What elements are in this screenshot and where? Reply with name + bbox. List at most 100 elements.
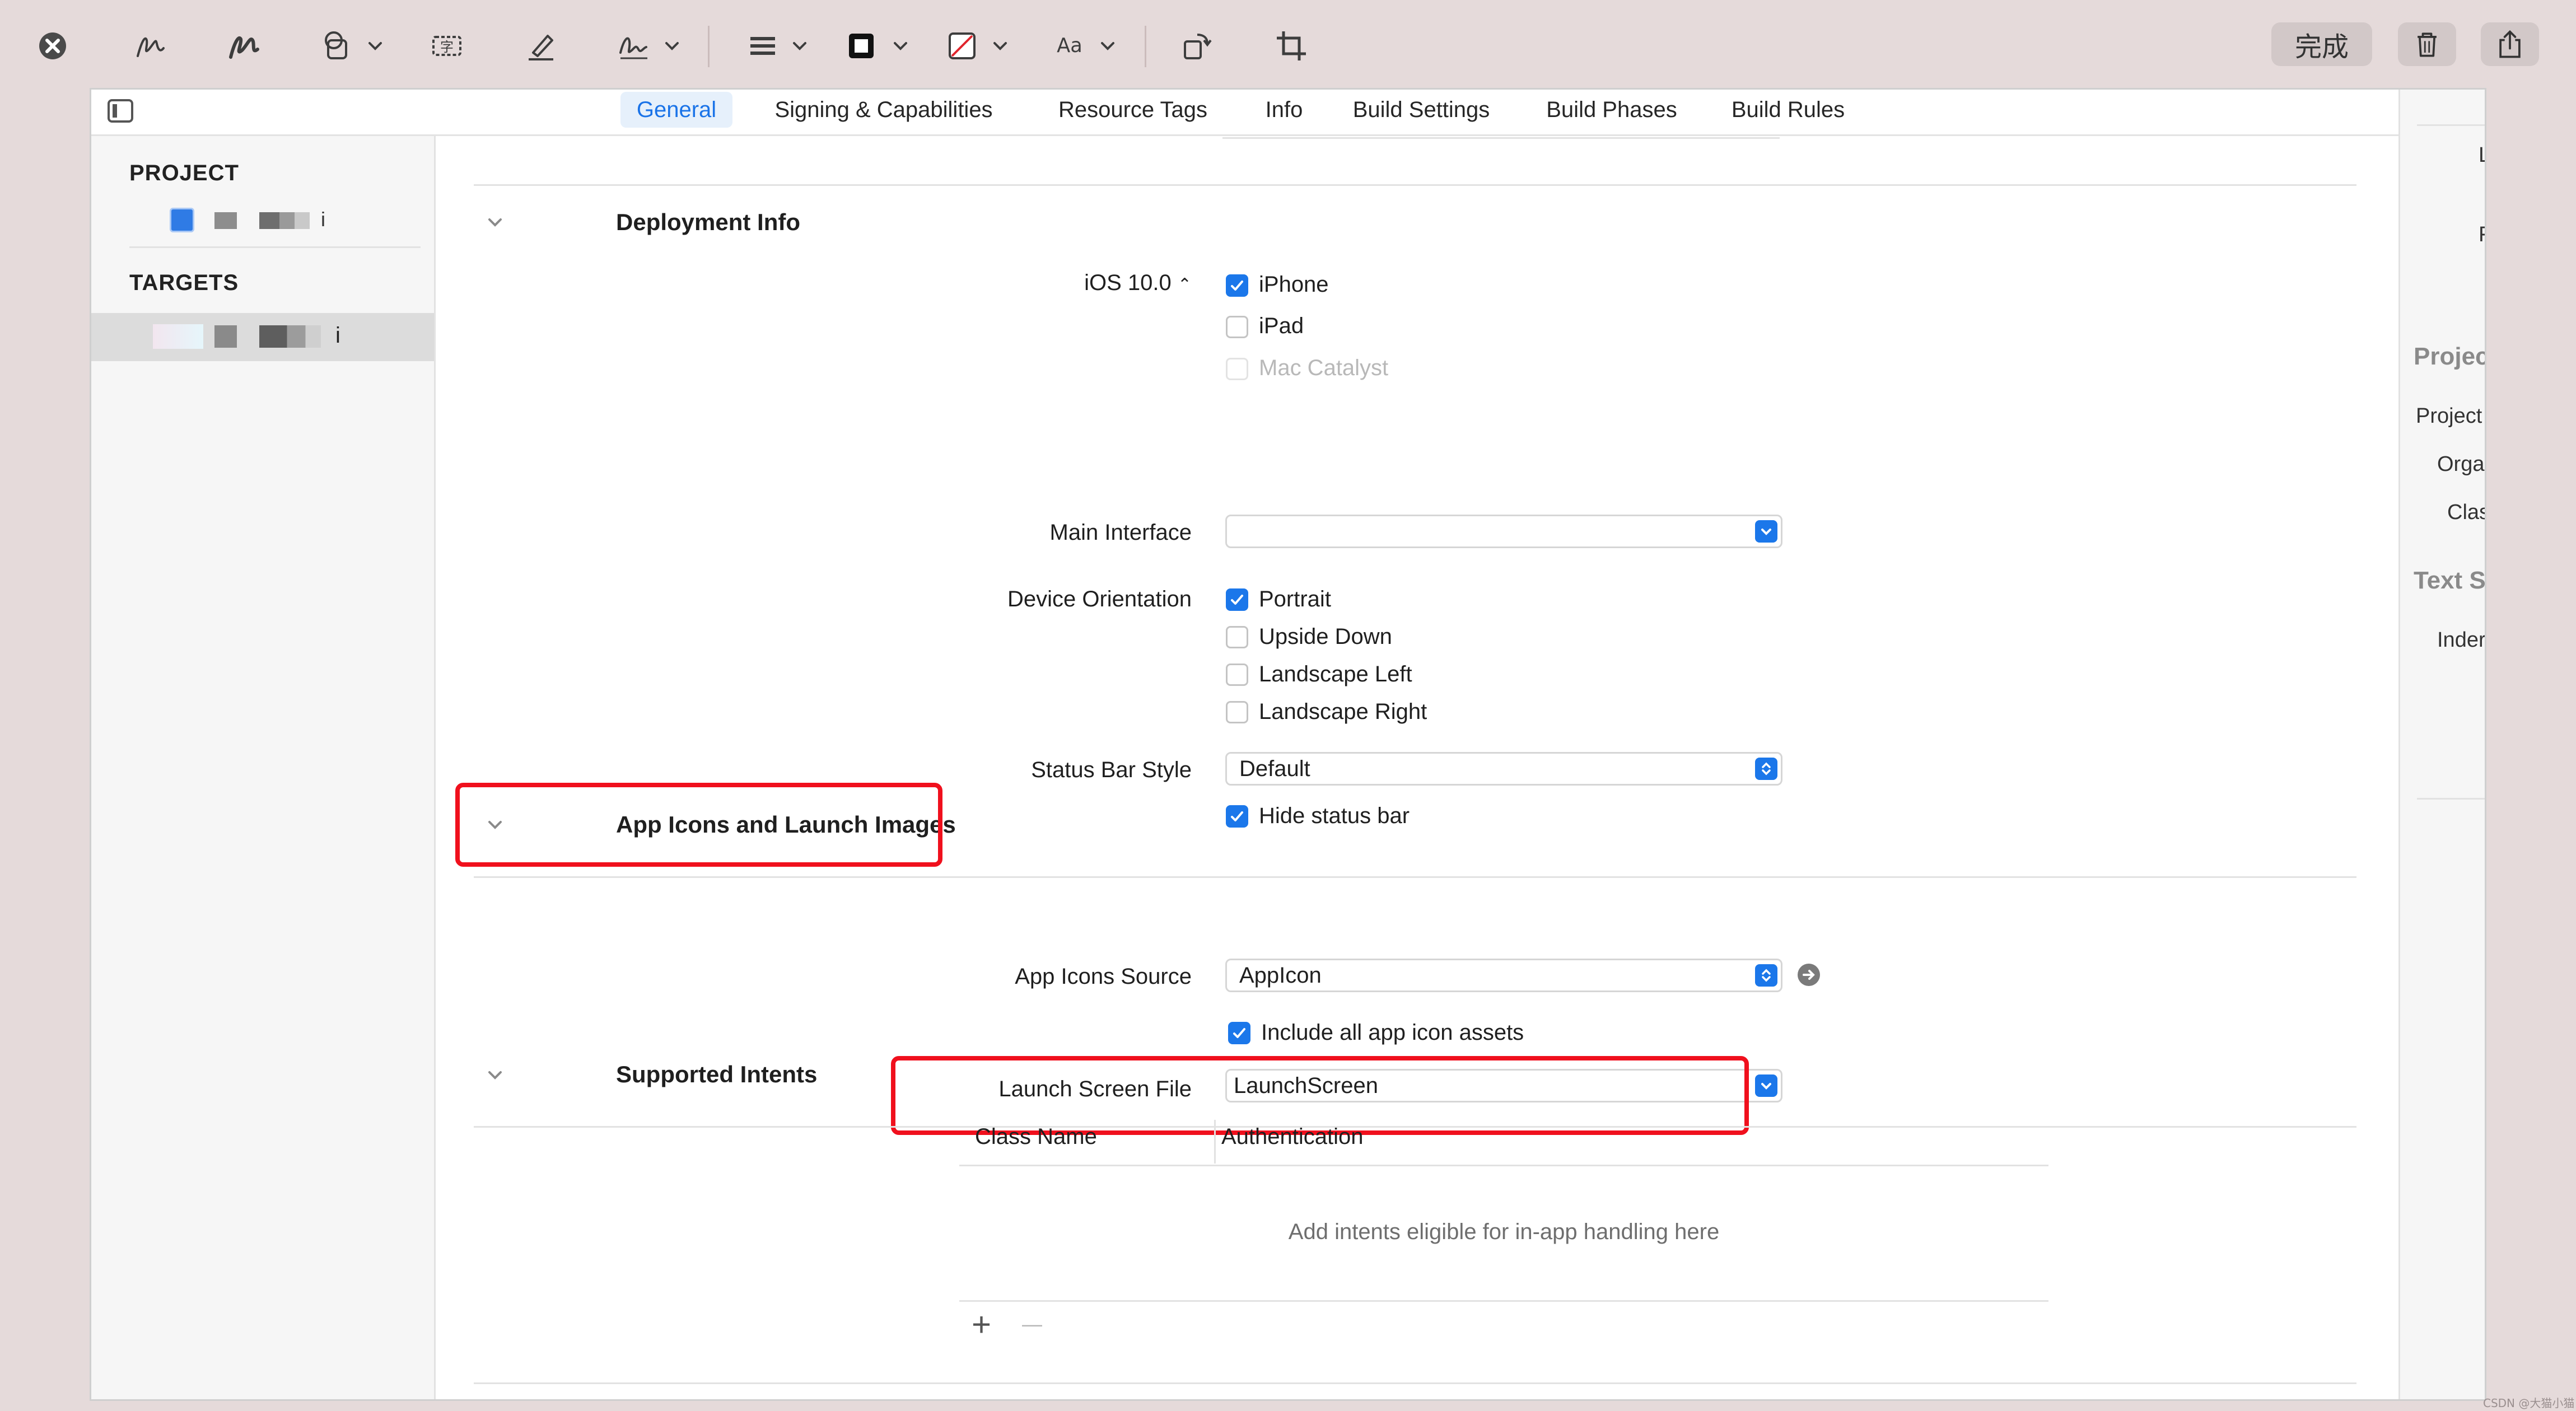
section-divider — [474, 876, 2356, 878]
target-item-suffix: i — [335, 323, 340, 348]
include-all-icons-label: Include all app icon assets — [1261, 1020, 1524, 1045]
portrait-label: Portrait — [1259, 587, 1331, 611]
annotation-highlight-box — [455, 783, 942, 867]
draw-icon[interactable] — [224, 22, 264, 69]
tab-general[interactable]: General — [620, 92, 732, 128]
tab-info[interactable]: Info — [1253, 92, 1315, 128]
table-header-divider — [959, 1165, 2048, 1166]
status-bar-style-label: Status Bar Style — [1031, 758, 1192, 782]
share-icon — [2499, 30, 2521, 58]
fill-color-chevron-down-icon[interactable] — [989, 22, 1011, 69]
table-bottom-divider — [959, 1300, 2048, 1302]
iphone-label: iPhone — [1259, 272, 1329, 297]
tab-resource-tags[interactable]: Resource Tags — [1052, 92, 1214, 128]
mac-catalyst-label: Mac Catalyst — [1259, 356, 1389, 380]
mac-catalyst-checkbox — [1226, 358, 1248, 380]
close-icon[interactable] — [35, 22, 71, 69]
project-header: PROJECT — [129, 161, 239, 185]
iphone-checkbox[interactable] — [1226, 274, 1248, 297]
tab-build-phases[interactable]: Build Phases — [1536, 92, 1687, 128]
sidebar-toggle-icon[interactable] — [107, 99, 134, 123]
rotate-icon[interactable] — [1176, 22, 1216, 69]
upside-down-checkbox[interactable] — [1226, 626, 1248, 648]
redacted-block — [214, 325, 237, 348]
watermark: CSDN @大猫小猫 — [2483, 1396, 2575, 1410]
app-icons-source-label: App Icons Source — [1015, 964, 1192, 989]
main-interface-popup[interactable] — [1225, 515, 1782, 548]
column-divider — [1214, 1120, 1216, 1164]
share-button[interactable] — [2481, 22, 2539, 66]
authentication-column-header[interactable]: Authentication — [1221, 1124, 1364, 1150]
signature-icon[interactable] — [612, 22, 656, 69]
tab-build-settings[interactable]: Build Settings — [1340, 92, 1502, 128]
target-app-icon — [153, 324, 203, 349]
hide-status-bar-checkbox[interactable] — [1226, 805, 1248, 828]
upside-down-label: Upside Down — [1259, 624, 1392, 649]
crop-icon[interactable] — [1271, 22, 1312, 69]
redacted-block — [259, 325, 321, 348]
hide-status-bar-label: Hide status bar — [1259, 803, 1410, 828]
ipad-checkbox[interactable] — [1226, 316, 1248, 338]
project-item[interactable]: i — [170, 203, 427, 235]
inspector-divider — [2417, 124, 2485, 126]
app-icons-source-popup[interactable]: AppIcon — [1225, 959, 1782, 992]
inspector-indent-label: Inder — [2437, 628, 2486, 652]
section-divider — [474, 184, 2356, 186]
supported-intents-title: Supported Intents — [616, 1061, 818, 1087]
go-to-asset-arrow-icon[interactable] — [1798, 964, 1820, 986]
inspector-row: L — [2479, 143, 2485, 167]
border-color-chevron-down-icon[interactable] — [889, 22, 912, 69]
intents-chevron-down-icon[interactable] — [485, 1065, 505, 1085]
line-style-icon[interactable] — [745, 22, 781, 69]
editor-tab-bar: General Signing & Capabilities Resource … — [91, 90, 2398, 136]
line-style-chevron-down-icon[interactable] — [788, 22, 811, 69]
inspector-class-prefix-label: Clas — [2447, 501, 2486, 524]
tab-build-rules[interactable]: Build Rules — [1721, 92, 1855, 128]
toolbar-divider — [708, 26, 710, 67]
targets-header: TARGETS — [129, 270, 239, 295]
target-item-selected[interactable]: i — [91, 313, 434, 361]
shapes-icon[interactable] — [317, 22, 357, 69]
app-icons-source-value: AppIcon — [1239, 963, 1322, 988]
shapes-chevron-down-icon[interactable] — [364, 22, 386, 69]
class-name-column-header[interactable]: Class Name — [975, 1124, 1097, 1150]
intents-empty-placeholder: Add intents eligible for in-app handling… — [1288, 1220, 1720, 1244]
deployment-chevron-down-icon[interactable] — [485, 212, 505, 232]
add-intent-button[interactable]: + — [972, 1308, 991, 1342]
text-box-icon[interactable]: 字 — [427, 22, 467, 69]
signature-chevron-down-icon[interactable] — [661, 22, 683, 69]
device-orientation-label: Device Orientation — [1007, 587, 1192, 611]
status-bar-style-popup[interactable]: Default — [1225, 752, 1782, 786]
text-style-chevron-down-icon[interactable] — [1096, 22, 1119, 69]
ipad-label: iPad — [1259, 314, 1304, 338]
done-button[interactable]: 完成 — [2271, 22, 2372, 66]
portrait-checkbox[interactable] — [1226, 588, 1248, 611]
include-all-icons-checkbox[interactable] — [1228, 1022, 1250, 1044]
remove-intent-button[interactable]: — — [1022, 1312, 1042, 1336]
border-color-icon[interactable] — [843, 22, 879, 69]
project-file-icon — [170, 208, 194, 232]
redacted-block — [214, 212, 237, 229]
sidebar-divider — [129, 246, 421, 248]
highlight-icon[interactable] — [521, 22, 561, 69]
chevron-down-icon — [1755, 1074, 1777, 1097]
inspector-project-label: Project — [2416, 404, 2482, 428]
landscape-right-checkbox[interactable] — [1226, 701, 1248, 723]
landscape-left-label: Landscape Left — [1259, 662, 1412, 686]
main-interface-label: Main Interface — [1049, 520, 1192, 545]
text-style-icon[interactable]: Aa — [1047, 22, 1092, 69]
inspector-divider — [2417, 798, 2485, 800]
landscape-left-checkbox[interactable] — [1226, 664, 1248, 686]
tab-signing-capabilities[interactable]: Signing & Capabilities — [763, 92, 1004, 128]
fill-color-icon[interactable] — [944, 22, 980, 69]
sketch-icon[interactable] — [130, 22, 170, 69]
svg-text:字: 字 — [440, 39, 454, 55]
ios-version-select[interactable]: iOS 10.0 ⌃ — [1084, 270, 1192, 296]
delete-button[interactable] — [2398, 22, 2456, 66]
up-down-chevron-icon — [1755, 964, 1777, 987]
up-down-stepper-icon: ⌃ — [1177, 275, 1192, 294]
trash-icon — [2418, 32, 2437, 57]
xcode-window: General Signing & Capabilities Resource … — [90, 88, 2486, 1401]
project-item-suffix: i — [321, 208, 325, 231]
landscape-right-label: Landscape Right — [1259, 699, 1427, 724]
